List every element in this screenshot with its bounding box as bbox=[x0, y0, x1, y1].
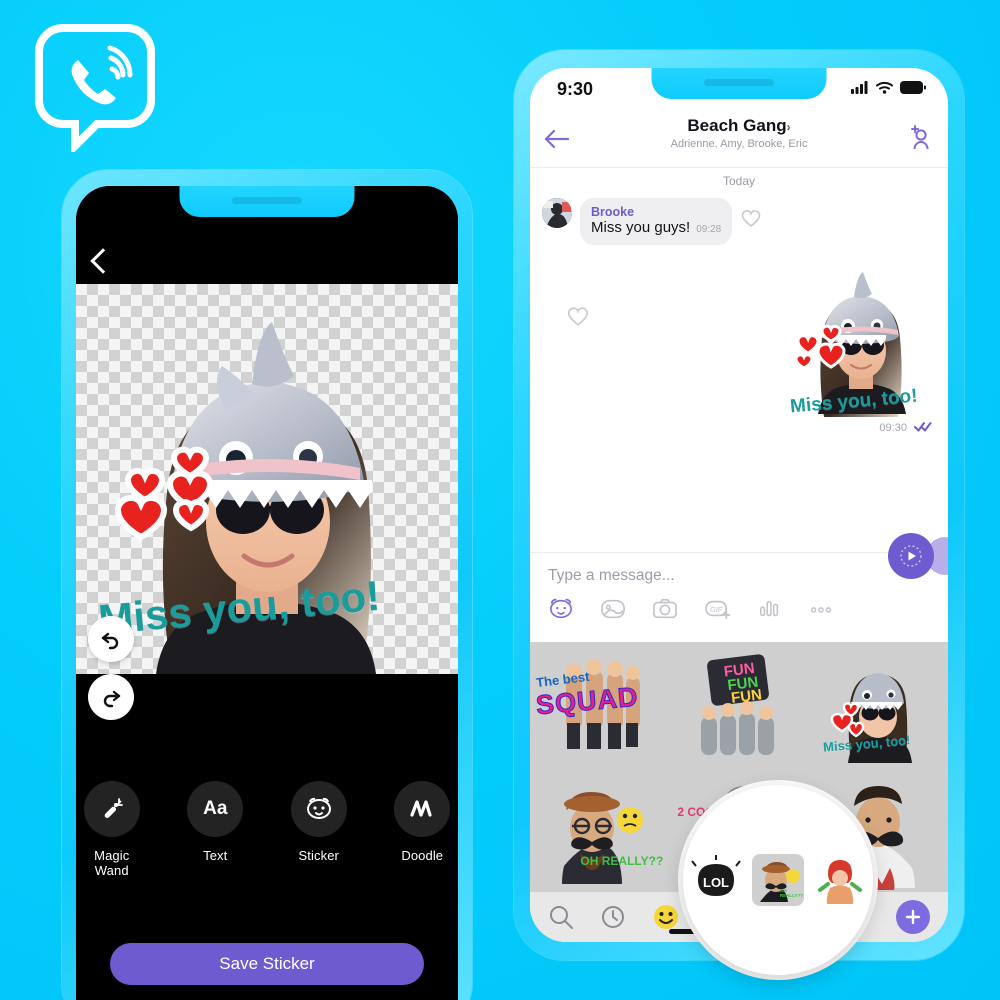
tool-text[interactable]: Aa Text bbox=[180, 781, 252, 878]
wifi-icon bbox=[876, 81, 893, 94]
heart-outline-icon[interactable] bbox=[566, 305, 590, 327]
cellular-signal-icon bbox=[851, 81, 868, 94]
smiley-emoji-icon[interactable] bbox=[652, 903, 680, 931]
sticker-pack-mustache-selected[interactable]: OH REALLY?? bbox=[752, 854, 804, 906]
search-icon[interactable] bbox=[548, 904, 574, 930]
day-divider: Today bbox=[722, 174, 756, 188]
clock-recent-icon[interactable] bbox=[600, 904, 626, 930]
message-row-received: Brooke Miss you guys! 09:28 bbox=[530, 198, 948, 245]
tool-sticker[interactable]: Sticker bbox=[283, 781, 355, 878]
message-input[interactable]: Type a message... bbox=[548, 567, 930, 585]
send-play-icon bbox=[900, 545, 922, 567]
tool-label: Sticker bbox=[298, 848, 339, 863]
message-bubble[interactable]: Brooke Miss you guys! 09:28 bbox=[580, 198, 733, 245]
chat-title-text: Beach Gang bbox=[687, 116, 787, 135]
more-dots-icon[interactable] bbox=[808, 597, 834, 621]
page-title[interactable]: Beach Gang› bbox=[530, 116, 948, 136]
save-sticker-button[interactable]: Save Sticker bbox=[110, 943, 424, 985]
redo-arrow-icon bbox=[103, 690, 121, 708]
redo-button[interactable] bbox=[88, 674, 134, 720]
camera-icon[interactable] bbox=[652, 597, 678, 621]
sticker-pack-lol[interactable]: LOL bbox=[690, 854, 742, 906]
chat-participants: Adrienne, Amy, Brooke, Eric bbox=[670, 138, 808, 150]
tool-label: Doodle bbox=[401, 848, 444, 863]
magnifier-overlay: LOL OH REALLY?? bbox=[683, 785, 873, 975]
avatar[interactable] bbox=[542, 198, 572, 228]
left-phone-screen: Miss you, too! Magic Wand Aa Text Sticke… bbox=[76, 186, 458, 1000]
chevron-right-icon: › bbox=[786, 120, 791, 134]
tool-label: Magic Wand bbox=[94, 848, 130, 878]
undo-button[interactable] bbox=[88, 616, 134, 662]
editor-tools-row: Magic Wand Aa Text Sticker Doodle bbox=[76, 781, 458, 878]
add-person-icon[interactable] bbox=[908, 125, 932, 151]
sticker-cat-face-icon[interactable] bbox=[548, 597, 574, 621]
send-button[interactable] bbox=[888, 533, 934, 579]
speaker-grille bbox=[232, 197, 302, 204]
editor-topbar bbox=[76, 186, 458, 284]
sticker-pack-redhead[interactable] bbox=[814, 854, 866, 906]
double-check-icon bbox=[914, 422, 932, 432]
magic-wand-icon bbox=[83, 781, 140, 837]
sent-sticker[interactable]: Miss you, too! bbox=[786, 259, 936, 419]
sticker-item[interactable]: FUN FUN FUN bbox=[669, 642, 808, 767]
sticker-bear-face-icon bbox=[290, 781, 347, 837]
back-arrow-icon[interactable] bbox=[544, 128, 570, 150]
doodle-squiggle-icon bbox=[394, 781, 451, 837]
svg-text:GIF: GIF bbox=[710, 605, 723, 614]
viber-logo bbox=[33, 22, 157, 156]
sticker-text-main: OH REALLY?? bbox=[580, 853, 664, 868]
svg-text:LOL: LOL bbox=[703, 875, 729, 890]
gif-plus-icon[interactable]: GIF bbox=[704, 597, 732, 621]
undo-arrow-icon bbox=[101, 632, 119, 650]
message-text: Miss you guys! bbox=[591, 219, 691, 236]
message-row-sent: Miss you, too! 09:30 bbox=[530, 259, 948, 434]
battery-full-icon bbox=[900, 81, 926, 94]
image-icon[interactable] bbox=[600, 597, 626, 621]
sticker-item[interactable]: Miss you, too! bbox=[809, 642, 948, 767]
text-aa-icon: Aa bbox=[187, 781, 244, 837]
tool-doodle[interactable]: Doodle bbox=[387, 781, 459, 878]
sent-message-meta: 09:30 bbox=[530, 421, 936, 434]
message-input-row[interactable]: Type a message... bbox=[530, 552, 948, 591]
message-sender: Brooke bbox=[591, 205, 635, 219]
back-chevron-icon[interactable] bbox=[90, 248, 116, 274]
tool-magic-wand[interactable]: Magic Wand bbox=[76, 781, 148, 878]
composer-icon-row: GIF bbox=[530, 591, 948, 633]
add-pack-plus-icon[interactable] bbox=[896, 900, 930, 934]
chat-header: Beach Gang› Adrienne, Amy, Brooke, Eric bbox=[530, 112, 948, 168]
speaker-grille bbox=[704, 79, 774, 86]
status-time: 9:30 bbox=[557, 79, 594, 99]
tool-label: Text bbox=[203, 848, 228, 863]
message-time: 09:28 bbox=[696, 224, 722, 235]
left-phone-device: Miss you, too! Magic Wand Aa Text Sticke… bbox=[62, 170, 472, 1000]
heart-outline-icon[interactable] bbox=[740, 208, 762, 228]
sticker-item[interactable]: OH REALLY?? bbox=[530, 767, 669, 892]
status-bar: 9:30 bbox=[530, 68, 948, 112]
sticker-item[interactable]: The best SQUAD bbox=[530, 642, 669, 767]
red-hearts-paw-sticker[interactable] bbox=[112, 434, 232, 544]
sent-time: 09:30 bbox=[879, 422, 907, 434]
voice-wave-icon[interactable] bbox=[758, 597, 782, 621]
